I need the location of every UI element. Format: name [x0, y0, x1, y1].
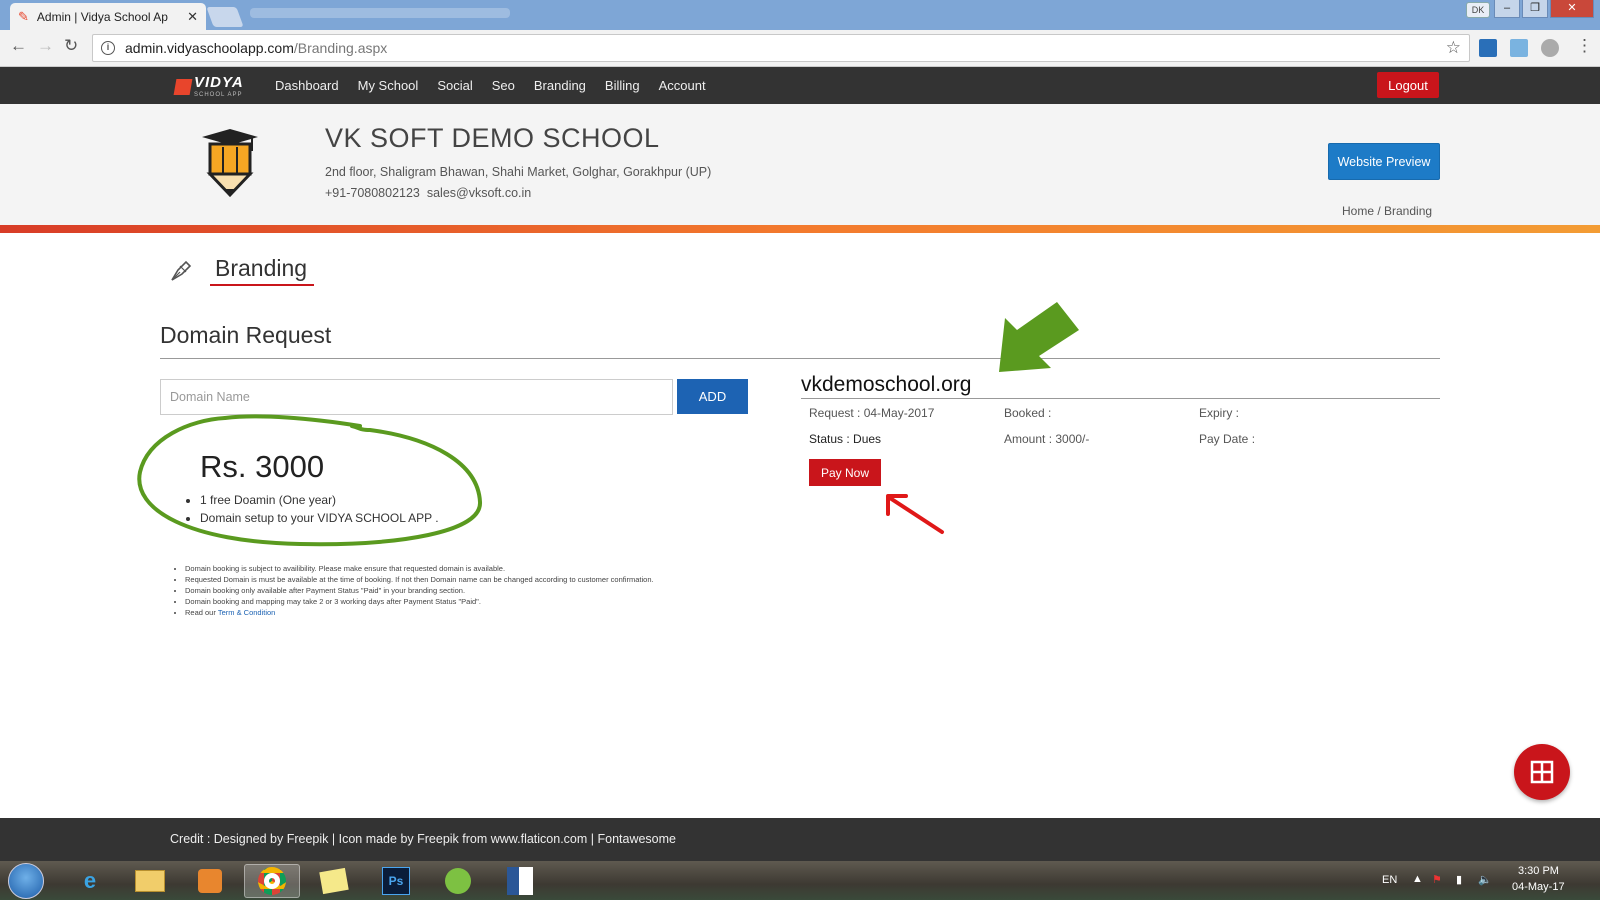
back-icon[interactable]: ← [10, 36, 27, 56]
expiry-date: Expiry : [1199, 406, 1240, 420]
logout-button[interactable]: Logout [1377, 72, 1439, 98]
note-item: Read our Term & Condition [185, 607, 654, 618]
volume-muted-icon[interactable]: 🔈 [1478, 873, 1492, 886]
minimize-button[interactable]: – [1494, 0, 1520, 18]
address-bar[interactable]: i admin.vidyaschoolapp.com/Branding.aspx… [92, 34, 1470, 62]
tab-title: Admin | Vidya School Ap [36, 9, 168, 24]
nav-branding[interactable]: Branding [534, 78, 586, 93]
site-navbar: VIDYA SCHOOL APP Dashboard My School Soc… [0, 67, 1600, 104]
logo-subtext: SCHOOL APP [194, 92, 243, 98]
red-arrow-annotation [886, 494, 944, 534]
grid-menu-button[interactable] [1514, 744, 1570, 800]
internet-explorer-icon[interactable]: e [62, 864, 118, 898]
header-accent-line [0, 225, 1600, 233]
url-host: admin.vidyaschoolapp.com [125, 40, 294, 56]
sticky-notes-icon[interactable] [306, 864, 362, 898]
network-signal-icon[interactable]: ▮ [1456, 873, 1462, 886]
word-icon[interactable] [492, 864, 548, 898]
school-name: VK SOFT DEMO SCHOOL [325, 123, 660, 153]
close-window-button[interactable]: ✕ [1550, 0, 1594, 18]
pen-nib-icon [171, 260, 192, 281]
nav-dashboard[interactable]: Dashboard [275, 78, 339, 93]
extension-icon[interactable] [1479, 39, 1497, 57]
grid-icon [1530, 760, 1554, 784]
logo-mark-icon [173, 78, 193, 95]
page-title: Branding [215, 255, 308, 281]
note-item: Domain booking is subject to availibilit… [185, 563, 654, 574]
terms-link[interactable]: Term & Condition [218, 608, 276, 617]
footer-credit: Credit : Designed by Freepik | Icon made… [170, 832, 676, 846]
terms-prefix: Read our [185, 608, 218, 617]
nav-billing[interactable]: Billing [605, 78, 640, 93]
maximize-button[interactable]: ❐ [1522, 0, 1548, 18]
browser-titlebar: ✎ Admin | Vidya School Ap ✕ DK – ❐ ✕ [0, 0, 1600, 30]
nav-account[interactable]: Account [659, 78, 706, 93]
windows-taskbar: e Ps EN ▲ ⚑ ▮ 🔈 3:30 PM 04-May-17 [0, 861, 1600, 900]
green-app-icon[interactable] [430, 864, 486, 898]
booked-date: Booked : [1004, 406, 1052, 420]
requested-domain: vkdemoschool.org [801, 373, 972, 396]
add-domain-button[interactable]: ADD [677, 379, 748, 414]
extension-icon[interactable] [1510, 39, 1528, 57]
website-preview-button[interactable]: Website Preview [1328, 143, 1440, 180]
action-center-flag-icon[interactable]: ⚑ [1432, 873, 1442, 886]
title-underline [210, 284, 314, 286]
domain-divider [801, 398, 1440, 399]
school-email: sales@vksoft.co.in [426, 186, 532, 200]
graduation-pencil-icon [202, 129, 258, 198]
profile-button[interactable]: DK [1466, 2, 1490, 18]
new-tab-button[interactable] [206, 7, 244, 27]
green-annotation-circle [137, 414, 483, 547]
forward-icon[interactable]: → [37, 36, 54, 56]
globe-extension-icon[interactable] [1541, 39, 1559, 57]
language-indicator[interactable]: EN [1382, 874, 1397, 886]
reload-icon[interactable]: ↻ [64, 36, 78, 56]
site-info-icon[interactable]: i [101, 41, 115, 55]
vidya-logo[interactable]: VIDYA SCHOOL APP [173, 74, 244, 99]
bookmark-star-icon[interactable]: ☆ [1446, 38, 1461, 58]
pay-date: Pay Date : [1199, 432, 1256, 446]
tab-close-icon[interactable]: ✕ [187, 9, 198, 25]
nav-my-school[interactable]: My School [358, 78, 419, 93]
vidya-favicon-icon: ✎ [18, 8, 29, 24]
amount: Amount : 3000/- [1004, 432, 1090, 446]
system-tray: EN ▲ ⚑ ▮ 🔈 3:30 PM 04-May-17 [1360, 861, 1600, 900]
payment-status: Status : Dues [809, 432, 882, 446]
nav-seo[interactable]: Seo [492, 78, 515, 93]
school-address: 2nd floor, Shaligram Bhawan, Shahi Marke… [325, 165, 712, 179]
request-date: Request : 04-May-2017 [809, 406, 935, 420]
media-player-icon[interactable] [182, 864, 238, 898]
start-button[interactable] [8, 863, 44, 899]
logo-text: VIDYA [194, 74, 244, 91]
school-contact: +91-7080802123 sales@vksoft.co.in [325, 186, 531, 200]
green-arrow-annotation [999, 302, 1079, 372]
domain-notes: Domain booking is subject to availibilit… [168, 563, 654, 618]
school-phone: +91-7080802123 [325, 186, 420, 200]
menu-kebab-icon[interactable]: ⋮ [1576, 36, 1593, 56]
blurred-bookmarks [250, 8, 510, 18]
note-item: Domain booking only available after Paym… [185, 585, 654, 596]
note-item: Requested Domain is must be available at… [185, 574, 654, 585]
url-path: /Branding.aspx [293, 40, 388, 56]
browser-tab[interactable]: ✎ Admin | Vidya School Ap ✕ [10, 3, 206, 30]
note-item: Domain booking and mapping may take 2 or… [185, 596, 654, 607]
window-controls: – ❐ ✕ [1494, 0, 1594, 18]
chrome-icon[interactable] [244, 864, 300, 898]
clock-date[interactable]: 04-May-17 [1512, 881, 1565, 893]
show-hidden-icons-icon[interactable]: ▲ [1412, 873, 1423, 885]
file-explorer-icon[interactable] [122, 864, 178, 898]
breadcrumb: Home / Branding [1342, 204, 1433, 218]
pay-now-button[interactable]: Pay Now [809, 459, 881, 486]
nav-social[interactable]: Social [437, 78, 472, 93]
photoshop-icon[interactable]: Ps [368, 864, 424, 898]
site-footer: Credit : Designed by Freepik | Icon made… [0, 818, 1600, 861]
clock-time[interactable]: 3:30 PM [1518, 865, 1559, 877]
section-title: Domain Request [160, 322, 332, 348]
main-menu: Dashboard My School Social Seo Branding … [275, 67, 725, 104]
section-divider [160, 358, 1440, 359]
browser-toolbar: ← → ↻ i admin.vidyaschoolapp.com/Brandin… [0, 30, 1600, 67]
